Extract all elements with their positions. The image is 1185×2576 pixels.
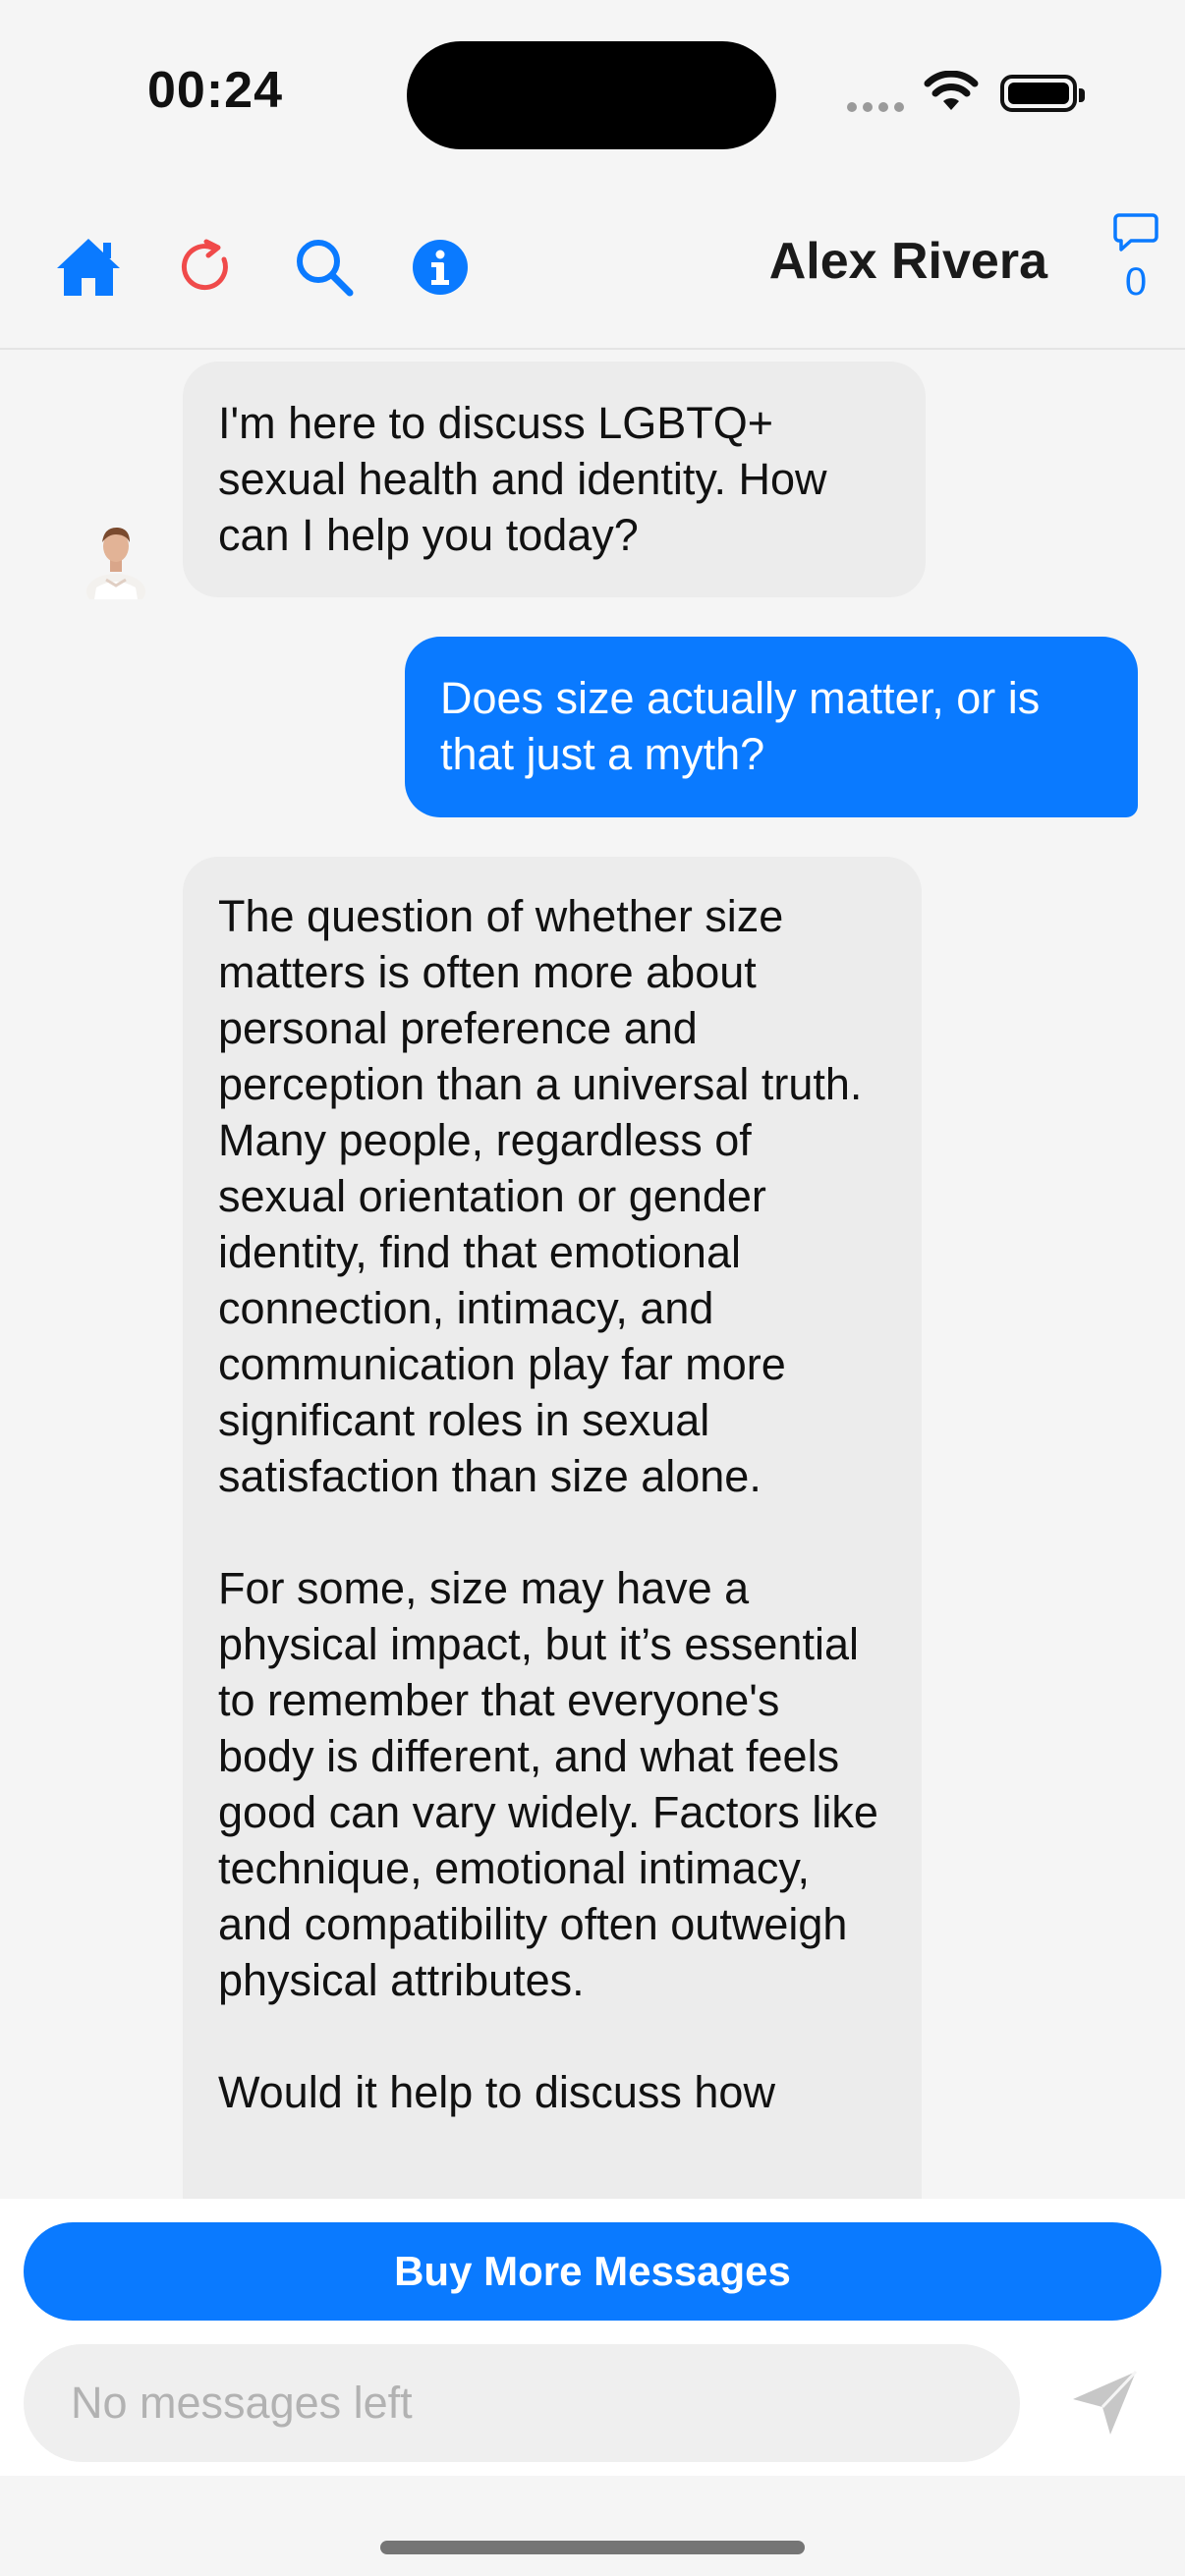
contact-name: Alex Rivera — [768, 233, 1047, 290]
send-icon[interactable] — [1065, 2364, 1144, 2442]
incoming-message: The question of whether size matters is … — [183, 857, 922, 2199]
battery-icon — [1000, 75, 1085, 112]
buy-more-messages-button[interactable]: Buy More Messages — [24, 2222, 1161, 2321]
outgoing-message: Does size actually matter, or is that ju… — [405, 637, 1138, 817]
status-time: 00:24 — [147, 62, 283, 119]
search-icon[interactable] — [287, 230, 362, 305]
chat-header: Alex Rivera 0 — [0, 187, 1185, 350]
incoming-message: I'm here to discuss LGBTQ+ sexual health… — [183, 362, 926, 597]
info-icon[interactable] — [403, 230, 478, 305]
message-input[interactable]: No messages left — [24, 2344, 1020, 2462]
message-counter[interactable]: 0 — [1108, 212, 1163, 305]
chat-bubble-icon — [1113, 213, 1158, 252]
contact-avatar — [86, 527, 145, 599]
refresh-icon[interactable] — [169, 230, 244, 305]
cellular-signal-icon — [847, 102, 904, 112]
home-icon[interactable] — [51, 230, 126, 305]
message-count: 0 — [1124, 260, 1148, 304]
message-list[interactable]: I'm here to discuss LGBTQ+ sexual health… — [0, 350, 1185, 2199]
home-indicator[interactable] — [380, 2541, 805, 2554]
dynamic-island — [407, 41, 776, 149]
composer-area: Buy More Messages No messages left — [0, 2199, 1185, 2476]
status-bar: 00:24 — [0, 0, 1185, 187]
wifi-icon — [924, 71, 979, 110]
